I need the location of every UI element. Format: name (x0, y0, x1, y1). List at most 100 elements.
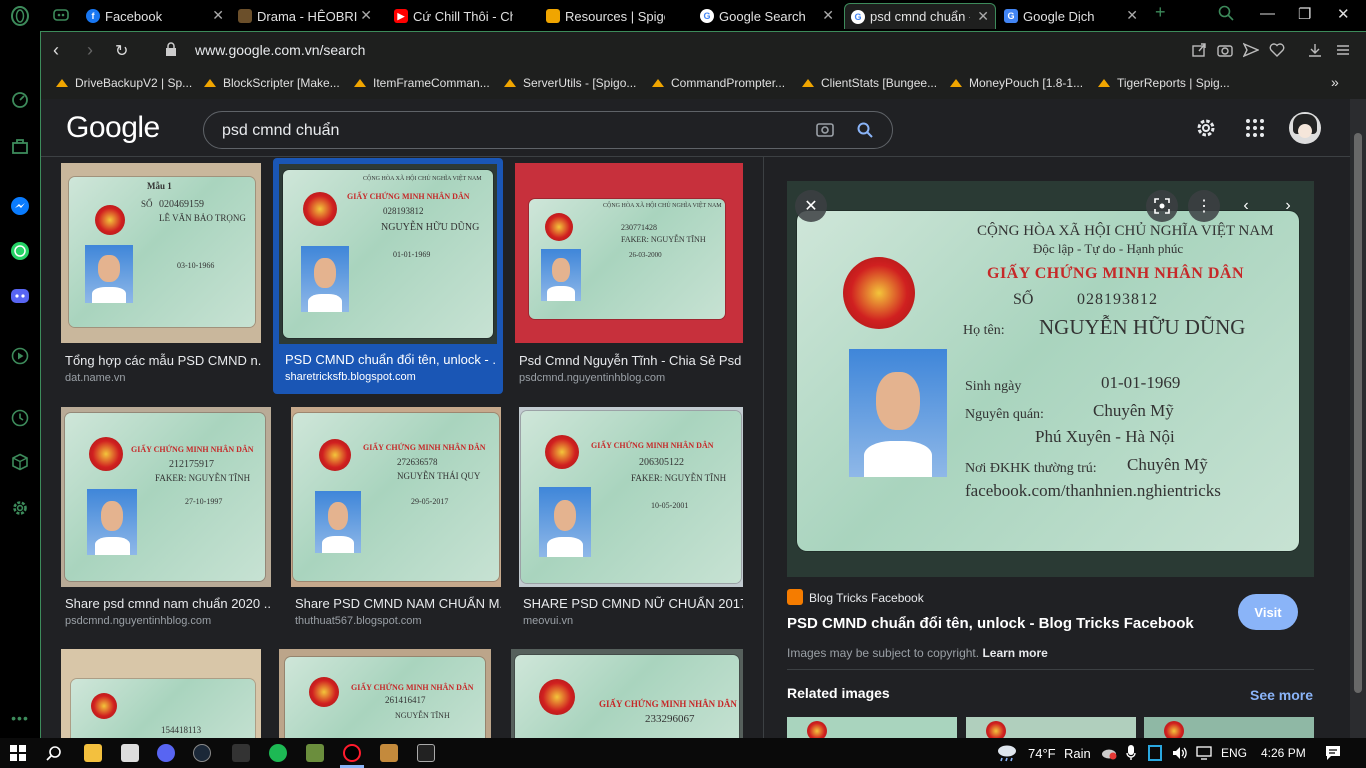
scrollbar-thumb[interactable] (1354, 133, 1362, 693)
clock-time[interactable]: 4:26 PM (1261, 746, 1306, 760)
messenger-icon[interactable] (10, 196, 30, 216)
learn-more-link[interactable]: Learn more (982, 646, 1047, 660)
forward-button[interactable]: › (87, 40, 93, 61)
result-item[interactable]: GIẤY CHỨNG MINH NHÂN DÂN 233296067 (511, 649, 743, 738)
back-button[interactable]: ‹ (53, 40, 59, 61)
weather-condition[interactable]: Rain (1064, 746, 1091, 761)
close-window-icon[interactable]: ✕ (1337, 5, 1350, 23)
result-thumbnail[interactable]: GIẤY CHỨNG MINH NHÂN DÂN 272636578 NGUYỄ… (291, 407, 501, 587)
weather-temperature[interactable]: 74°F (1028, 746, 1056, 761)
tab-chill[interactable]: ▶ Cứ Chill Thôi - Chil (388, 3, 534, 29)
send-icon[interactable] (1242, 42, 1260, 58)
result-item[interactable]: CỘNG HÒA XÃ HỘI CHỦ NGHĨA VIỆT NAM 23077… (515, 163, 743, 389)
close-icon[interactable]: ✕ (977, 8, 989, 25)
opera-icon[interactable] (343, 744, 361, 762)
result-title[interactable]: Share PSD CMND NAM CHUẨN M... (295, 596, 501, 611)
reload-button[interactable]: ↻ (115, 41, 128, 61)
result-thumbnail[interactable]: GIẤY CHỨNG MINH NHÂN DÂN 206305122 FAKER… (519, 407, 743, 587)
extensions-icon[interactable] (10, 452, 30, 472)
result-item[interactable]: GIẤY CHỨNG MINH NHÂN DÂN 261416417 NGUYỄ… (279, 649, 491, 738)
restore-icon[interactable]: ❐ (1298, 5, 1311, 23)
bookmark-item[interactable]: ItemFrameComman... (353, 76, 490, 90)
download-icon[interactable] (1307, 42, 1323, 58)
preview-site-name[interactable]: Blog Tricks Facebook (809, 591, 924, 605)
tab-google-translate[interactable]: G Google Dịch ✕ (998, 3, 1144, 29)
close-icon[interactable]: ✕ (822, 7, 834, 24)
settings-gear-icon[interactable] (1195, 117, 1217, 144)
bookmark-item[interactable]: BlockScripter [Make... (203, 76, 340, 90)
avatar[interactable] (1289, 112, 1321, 144)
tab-google-search[interactable]: G Google Search ✕ (694, 3, 840, 29)
related-thumbnail[interactable] (1144, 717, 1314, 738)
bookmark-item[interactable]: ClientStats [Bungee... (801, 76, 937, 90)
tab-active[interactable]: G psd cmnd chuẩn - ✕ (844, 3, 996, 29)
result-item[interactable]: GIẤY CHỨNG MINH NHÂN DÂN 206305122 FAKER… (519, 407, 743, 631)
camera-search-icon[interactable] (816, 121, 834, 142)
more-options-icon[interactable]: ⋮ (1188, 190, 1220, 222)
search-icon[interactable] (856, 121, 874, 144)
search-tabs-icon[interactable] (1218, 5, 1234, 25)
result-item[interactable]: GIẤY CHỨNG MINH NHÂN DÂN 272636578 NGUYỄ… (291, 407, 501, 631)
lens-icon[interactable] (1146, 190, 1178, 222)
close-icon[interactable]: ✕ (360, 7, 372, 24)
bookmark-item[interactable]: CommandPrompter... (651, 76, 785, 90)
speed-dial-icon[interactable] (10, 90, 30, 110)
result-title[interactable]: SHARE PSD CMND NỮ CHUẨN 2017 ... (523, 596, 743, 611)
app-icon[interactable] (380, 744, 398, 762)
minimize-icon[interactable]: — (1260, 5, 1275, 22)
discord-icon[interactable] (157, 744, 175, 762)
result-thumbnail[interactable]: GIẤY CHỨNG MINH NHÂN DÂN 233296067 (511, 649, 743, 738)
close-preview-button[interactable]: ✕ (795, 190, 827, 222)
result-item[interactable]: Mẫu 1 SỐ 020469159 LÊ VĂN BẢO TRỌNG 03-1… (61, 163, 261, 389)
preview-title[interactable]: PSD CMND chuẩn đổi tên, unlock - Blog Tr… (787, 615, 1194, 632)
see-more-link[interactable]: See more (1250, 687, 1313, 703)
result-item[interactable]: GIẤY CHỨNG MINH NHÂN DÂN 212175917 FAKER… (61, 407, 271, 631)
related-thumbnail[interactable] (966, 717, 1136, 738)
new-tab-button[interactable]: + (1155, 2, 1166, 23)
preview-image[interactable]: CỘNG HÒA XÃ HỘI CHỦ NGHĨA VIỆT NAM Độc l… (787, 181, 1314, 577)
tab-drama[interactable]: Drama - HÊOBRINE ✕ (232, 3, 378, 29)
bookmark-item[interactable]: MoneyPouch [1.8-1... (949, 76, 1083, 90)
app-tray-icon[interactable] (1148, 745, 1162, 761)
spotify-icon[interactable] (269, 744, 287, 762)
bookmark-item[interactable]: ServerUtils - [Spigo... (503, 76, 636, 90)
close-icon[interactable]: ✕ (1126, 7, 1138, 24)
result-thumbnail[interactable]: 154418113 (61, 649, 261, 738)
url-field[interactable]: www.google.com.vn/search (195, 42, 365, 58)
visit-button[interactable]: Visit (1238, 594, 1298, 630)
menu-icon[interactable] (1335, 42, 1351, 58)
apps-grid-icon[interactable] (1245, 118, 1265, 143)
settings-icon[interactable] (10, 498, 30, 518)
result-title[interactable]: Tổng hợp các mẫu PSD CMND n... (65, 353, 261, 368)
previous-icon[interactable]: ‹ (1230, 190, 1262, 222)
search-icon[interactable] (46, 745, 62, 766)
bookmarks-overflow-icon[interactable]: » (1331, 74, 1339, 90)
result-thumbnail[interactable]: CỘNG HÒA XÃ HỘI CHỦ NGHĨA VIỆT NAM GIẤY … (279, 164, 497, 344)
close-icon[interactable]: ✕ (212, 7, 224, 24)
player-icon[interactable] (10, 346, 30, 366)
scrollbar[interactable] (1350, 99, 1366, 738)
notification-icon[interactable] (1325, 745, 1341, 766)
more-icon[interactable]: ••• (10, 708, 30, 728)
terminal-icon[interactable] (417, 744, 435, 762)
steam-icon[interactable] (193, 744, 211, 762)
camera-icon[interactable] (1217, 42, 1233, 58)
search-box[interactable]: psd cmnd chuẩn (203, 111, 893, 149)
network-warning-icon[interactable] (1101, 746, 1117, 765)
result-item[interactable]: 154418113 (61, 649, 261, 738)
rain-cloud-icon[interactable] (996, 743, 1018, 768)
next-icon[interactable]: › (1272, 190, 1304, 222)
workspace-icon[interactable] (52, 6, 70, 29)
input-language[interactable]: ENG (1221, 746, 1247, 760)
app-icon[interactable] (232, 744, 250, 762)
tab-spigot[interactable]: Resources | Spigot (540, 3, 690, 29)
result-thumbnail[interactable]: GIẤY CHỨNG MINH NHÂN DÂN 212175917 FAKER… (61, 407, 271, 587)
related-thumbnail[interactable] (787, 717, 957, 738)
heart-icon[interactable] (1269, 42, 1285, 58)
minecraft-icon[interactable] (306, 744, 324, 762)
history-icon[interactable] (10, 408, 30, 428)
bookmark-item[interactable]: DriveBackupV2 | Sp... (55, 76, 192, 90)
result-thumbnail[interactable]: GIẤY CHỨNG MINH NHÂN DÂN 261416417 NGUYỄ… (279, 649, 491, 738)
result-title[interactable]: PSD CMND chuẩn đổi tên, unlock - ... (285, 352, 495, 367)
result-title[interactable]: Psd Cmnd Nguyễn Tĩnh - Chia Sẻ Psd ... (519, 353, 743, 368)
